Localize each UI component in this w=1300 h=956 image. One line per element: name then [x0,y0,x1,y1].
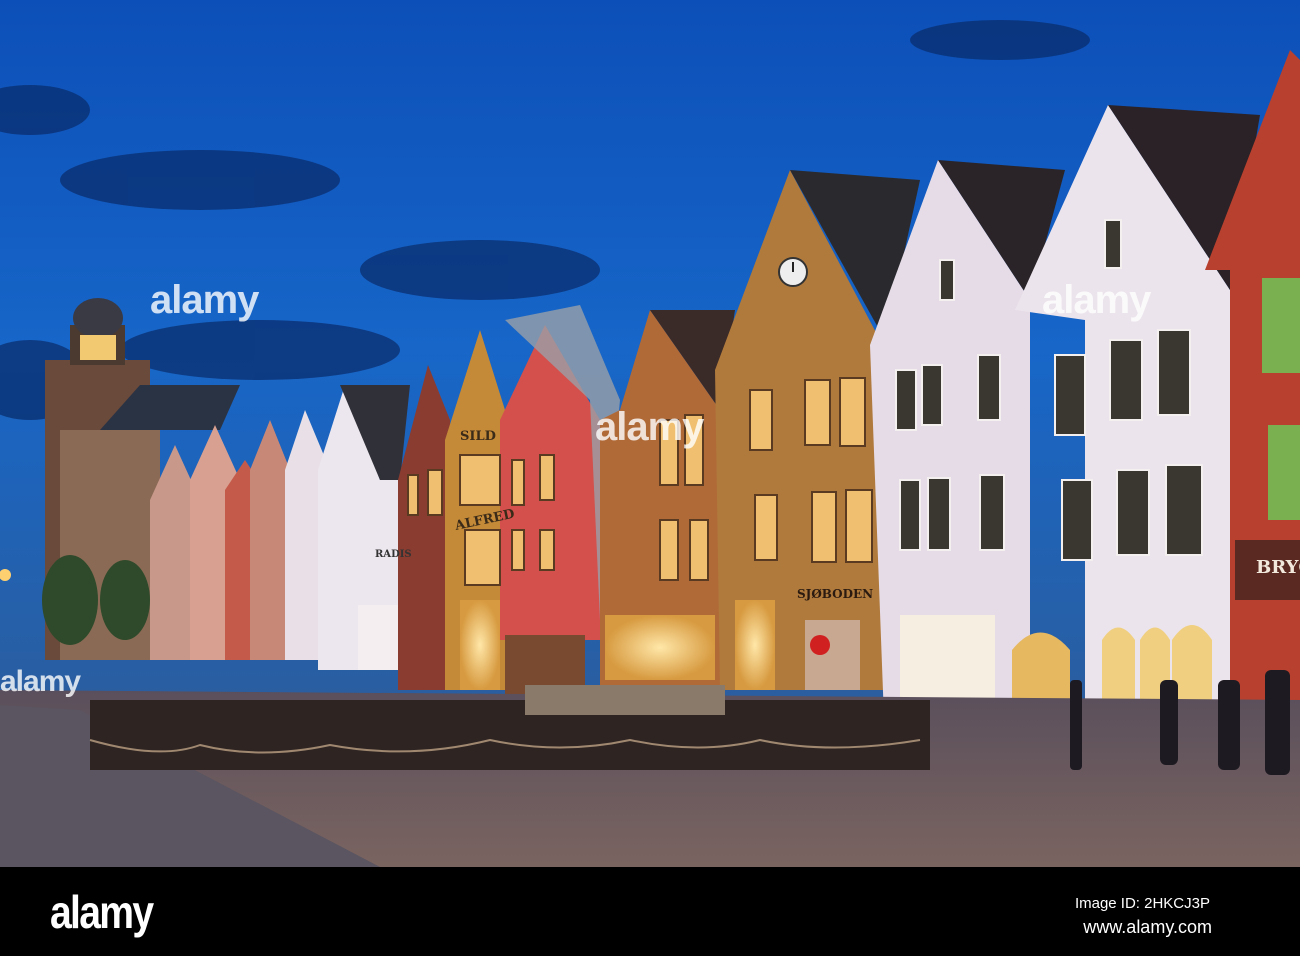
sign-bryg: BRYG [1256,557,1300,578]
image-id: Image ID: 2HKCJ3P [1074,895,1210,912]
site-url: www.alamy.com [1083,917,1212,937]
photo: SILD ALFRED RADIS SJØBODEN BRYG alamy al… [0,0,1300,956]
sign-sjoboden: SJØBODEN [797,587,873,601]
watermark: alamy [0,665,81,698]
watermark: alamy [150,278,259,322]
sign-radis: RADIS [375,549,412,560]
outdoor-seating [89,700,930,770]
footer-bar: alamy Image ID: 2HKCJ3P www.alamy.com [0,867,1300,956]
kiosk [525,685,725,715]
watermark: alamy [1042,278,1151,322]
sign-sild: SILD [460,429,496,444]
alamy-logo: alamy [50,886,154,938]
watermark: alamy [595,405,704,449]
